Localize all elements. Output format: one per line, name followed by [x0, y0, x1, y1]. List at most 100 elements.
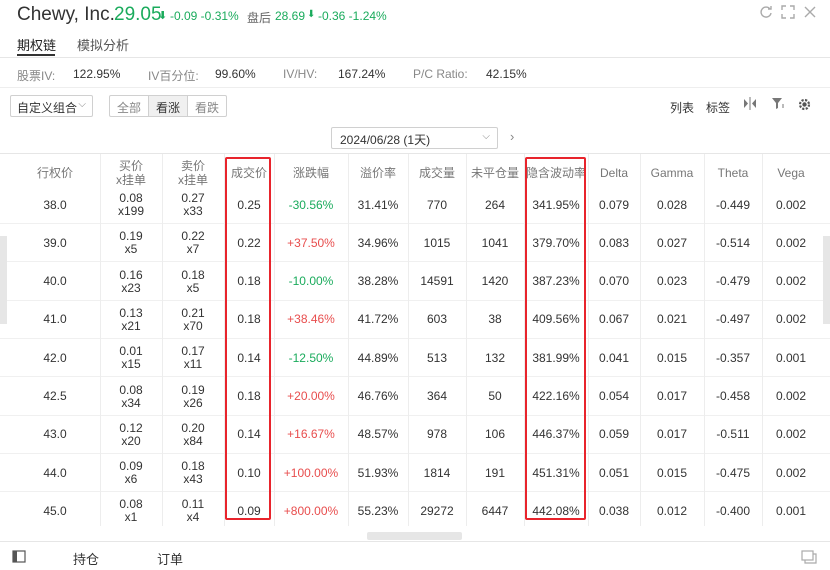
change-pct-cell: +37.50% — [287, 235, 335, 250]
panel-toggle-icon[interactable] — [12, 550, 26, 566]
volume-cell: 770 — [426, 197, 448, 212]
table-row[interactable]: 39.0 0.19 x5 0.22 x7 0.22 +37.50% 34.96% 1015 104… — [0, 224, 830, 263]
expand-icon[interactable] — [780, 5, 796, 21]
theta-cell: -0.497 — [715, 312, 751, 327]
change-pct-cell: -12.50% — [288, 350, 334, 365]
ask-cell: 0.22 x7 — [162, 224, 224, 262]
premium-rate-cell: 55.23% — [357, 503, 399, 518]
gear-icon[interactable] — [797, 97, 812, 115]
expiry-date-value: 2024/06/28 (1天) — [340, 133, 431, 147]
column-divider — [162, 154, 163, 526]
bid-cell: 0.01 x15 — [100, 339, 162, 377]
bid-cell-size: x6 — [124, 472, 138, 487]
tag-view-button[interactable]: 标签 — [706, 99, 730, 116]
right-panel-handle[interactable] — [823, 236, 830, 324]
strike-cell: 39.0 — [43, 235, 67, 250]
ask-cell: 0.21 x70 — [162, 301, 224, 339]
bid-cell-size: x5 — [124, 242, 138, 257]
close-icon[interactable] — [802, 5, 818, 21]
delta-cell: 0.067 — [598, 312, 630, 327]
main-tabs: 期权链 模拟分析 — [0, 32, 830, 58]
refresh-icon[interactable] — [758, 5, 774, 21]
filter-all-button[interactable]: 全部 — [110, 96, 150, 116]
ask-cell-size: x70 — [183, 318, 203, 333]
iv-hv-value: 167.24% — [338, 67, 386, 81]
gamma-cell: 0.012 — [656, 503, 688, 518]
iv-stats-bar: 股票IV: 122.95% IV百分位: 99.60% IV/HV: 167.2… — [0, 60, 830, 88]
theta-cell: -0.449 — [715, 197, 751, 212]
table-row[interactable]: 42.0 0.01 x15 0.17 x11 0.14 -12.50% 44.89% 513 13… — [0, 339, 830, 378]
delta-cell: 0.038 — [598, 503, 630, 518]
next-expiry-chevron-right-icon[interactable]: › — [510, 129, 514, 144]
left-panel-handle[interactable] — [0, 236, 7, 324]
vega-cell: 0.002 — [775, 312, 807, 327]
ask-cell-size: x26 — [183, 395, 203, 410]
positions-tab[interactable]: 持仓 — [73, 549, 99, 568]
premium-rate-cell: 51.93% — [357, 465, 399, 480]
vega-cell: 0.002 — [775, 465, 807, 480]
tab-simulation-analysis[interactable]: 模拟分析 — [77, 35, 129, 54]
gamma-cell: 0.015 — [656, 465, 688, 480]
theta-cell: -0.458 — [715, 389, 751, 403]
filter-calls-button[interactable]: 看涨 — [149, 96, 189, 116]
chat-icon[interactable] — [801, 550, 817, 567]
table-row[interactable]: 41.0 0.13 x21 0.21 x70 0.18 +38.46% 41.72% 603 38… — [0, 301, 830, 339]
open-interest-cell: 50 — [488, 389, 502, 403]
pc-ratio-value: 42.15% — [486, 67, 527, 81]
chevron-down-icon: ⌵ — [78, 99, 86, 110]
filter-icon[interactable] — [771, 97, 785, 113]
company-name: Chewy, Inc. — [17, 4, 115, 25]
call-put-filter: 全部 看涨 看跌 — [109, 95, 228, 117]
open-interest-cell: 6447 — [481, 503, 509, 518]
bid-cell: 0.19 x5 — [100, 224, 162, 262]
strike-cell: 40.0 — [43, 274, 67, 289]
open-interest-cell: 1420 — [481, 274, 509, 289]
vega-cell: 0.002 — [775, 427, 807, 442]
table-row[interactable]: 44.0 0.09 x6 0.18 x43 0.10 +100.00% 51.93% 1814 1… — [0, 454, 830, 493]
window-controls — [758, 5, 818, 21]
bid-cell-size: x1 — [124, 510, 138, 525]
vega-cell: 0.001 — [775, 350, 807, 365]
expiry-date-dropdown[interactable]: 2024/06/28 (1天) ⌵ — [331, 127, 498, 149]
tab-option-chain[interactable]: 期权链 — [17, 35, 56, 54]
table-row[interactable]: 45.0 0.08 x1 0.11 x4 0.09 +800.00% 55.23% 29272 6… — [0, 492, 830, 526]
delta-cell: 0.079 — [598, 197, 630, 212]
bid-cell-size: x20 — [121, 433, 141, 448]
strike-cell: 45.0 — [43, 503, 67, 518]
bottom-panel-handle[interactable] — [367, 532, 462, 540]
ask-cell-price: 0.19 — [181, 382, 205, 397]
iv-hv-label: IV/HV: — [283, 67, 318, 81]
stock-price: 29.05 — [114, 4, 162, 25]
change-pct-cell: +800.00% — [283, 503, 339, 518]
table-row[interactable]: 40.0 0.16 x23 0.18 x5 0.18 -10.00% 38.28% 14591 1… — [0, 263, 830, 301]
column-divider — [588, 154, 589, 526]
premium-rate-cell: 48.57% — [357, 427, 399, 442]
option-chain-table: 行权价 买价 x挂单 卖价 x挂单 成交价 涨跌幅 溢价率 成交量 未平仓量 隐含波动率 Delta G… — [0, 153, 830, 526]
table-row[interactable]: 43.0 0.12 x20 0.20 x84 0.14 +16.67% 48.57% 978 10… — [0, 416, 830, 454]
ask-cell: 0.11 x4 — [162, 492, 224, 526]
list-view-button[interactable]: 列表 — [670, 99, 694, 116]
volume-cell: 29272 — [420, 503, 454, 518]
volume-cell: 1015 — [423, 235, 451, 250]
ask-cell-size: x4 — [186, 510, 200, 525]
column-split-icon[interactable] — [743, 97, 757, 113]
ask-cell: 0.18 x43 — [162, 454, 224, 492]
vega-cell: 0.002 — [775, 197, 807, 212]
column-divider — [762, 154, 763, 526]
filter-puts-button[interactable]: 看跌 — [188, 96, 226, 116]
volume-cell: 978 — [426, 427, 448, 442]
bid-cell: 0.13 x21 — [100, 301, 162, 339]
bid-cell: 0.08 x199 — [100, 186, 162, 224]
bid-cell-size: x15 — [121, 357, 141, 372]
vega-cell: 0.002 — [775, 274, 807, 289]
implied-volatility-highlight-box — [525, 157, 586, 520]
bid-cell: 0.08 x1 — [100, 492, 162, 526]
premium-rate-cell: 41.72% — [357, 312, 399, 327]
bid-cell: 0.12 x20 — [100, 416, 162, 454]
table-row[interactable]: 38.0 0.08 x199 0.27 x33 0.25 -30.56% 31.41% 770 2… — [0, 186, 830, 224]
vega-cell: 0.002 — [775, 235, 807, 250]
table-row[interactable]: 42.5 0.08 x34 0.19 x26 0.18 +20.00% 46.76% 364 50… — [0, 378, 830, 416]
orders-tab[interactable]: 订单 — [157, 549, 183, 568]
ask-cell: 0.19 x26 — [162, 378, 224, 416]
custom-combo-dropdown[interactable]: 自定义组合 ⌵ — [10, 95, 93, 117]
